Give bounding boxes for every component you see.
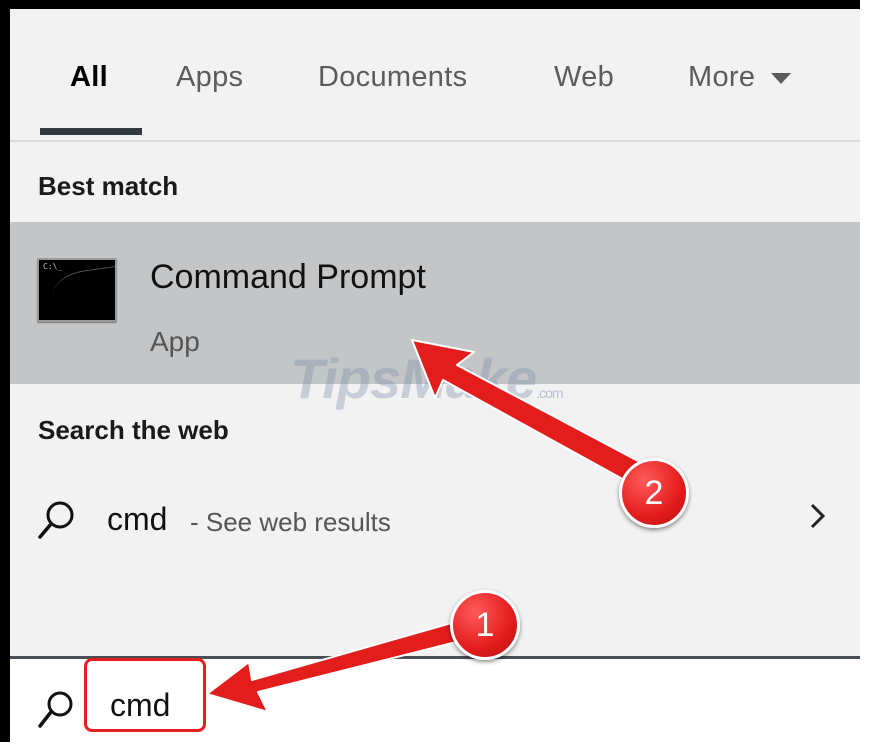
step-badge-2: 2 <box>619 458 689 528</box>
arrow-1 <box>206 619 481 713</box>
step-badge-1: 1 <box>450 590 520 660</box>
arrow-2 <box>411 339 641 483</box>
annotation-arrows <box>206 339 641 713</box>
